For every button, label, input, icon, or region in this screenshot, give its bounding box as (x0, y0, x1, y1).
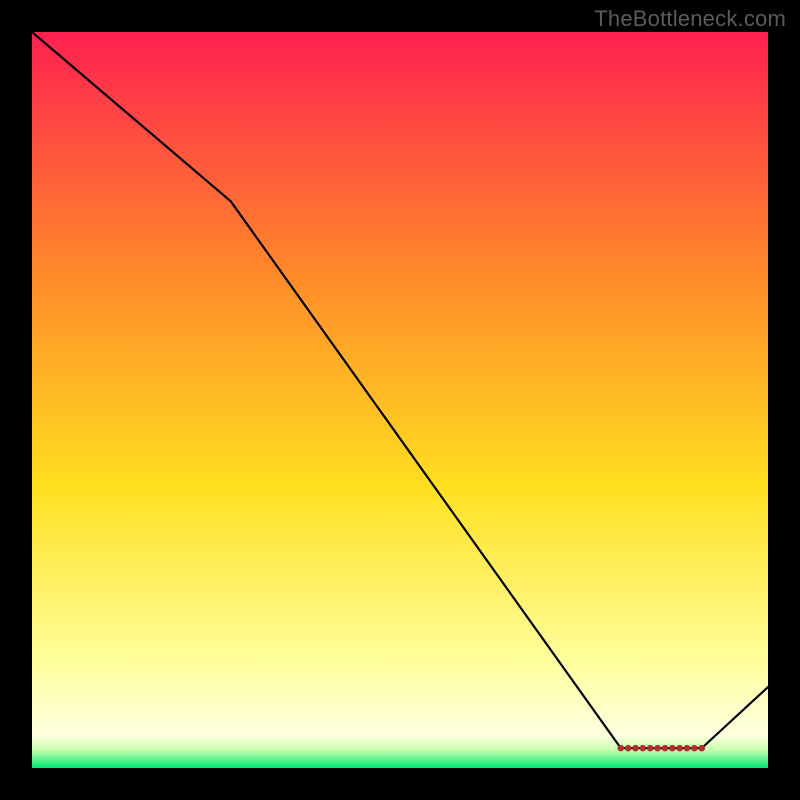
marker-dot (676, 745, 683, 752)
marker-dot (654, 745, 661, 752)
chart-frame: TheBottleneck.com (0, 0, 800, 800)
marker-dot (632, 745, 639, 752)
watermark-text: TheBottleneck.com (594, 6, 786, 32)
marker-dot (640, 745, 647, 752)
marker-dot (662, 745, 669, 752)
marker-dot (684, 745, 691, 752)
marker-dot (647, 745, 654, 752)
plot-area (32, 32, 768, 768)
gradient-background (32, 32, 768, 768)
marker-dot (691, 745, 698, 752)
marker-dot (618, 745, 625, 752)
chart-svg (32, 32, 768, 768)
marker-dot (698, 745, 705, 752)
marker-dot (625, 745, 632, 752)
marker-dot (669, 745, 676, 752)
